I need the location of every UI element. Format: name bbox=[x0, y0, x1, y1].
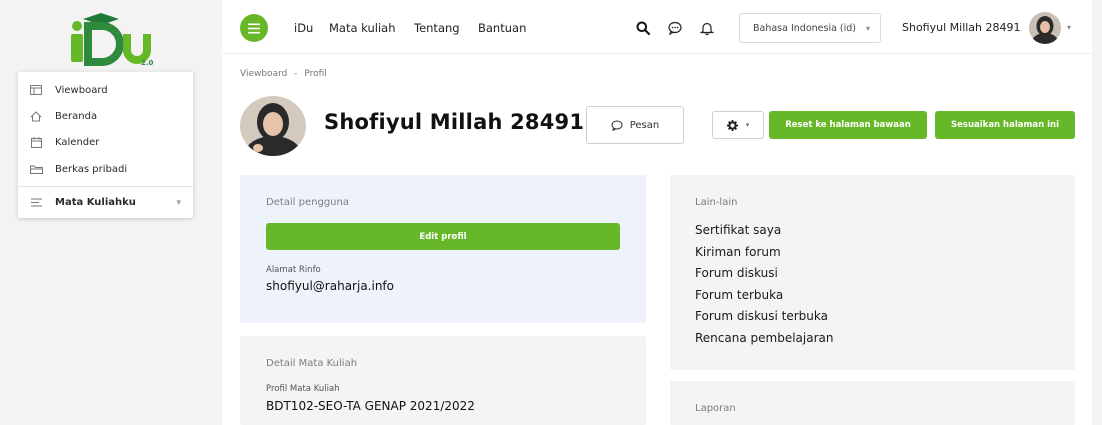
chevron-down-icon[interactable]: ▾ bbox=[1067, 23, 1071, 32]
drawer-item-beranda[interactable]: Beranda bbox=[18, 103, 193, 129]
nav-link-mata-kuliah[interactable]: Mata kuliah bbox=[329, 21, 396, 35]
link-forum-diskusi[interactable]: Forum diskusi bbox=[695, 266, 778, 280]
top-navbar: iDu Mata kuliah Tentang Bantuan Bahasa I… bbox=[222, 0, 1092, 54]
calendar-icon bbox=[29, 135, 43, 149]
left-column: iDu 2.0 Viewboard Beranda Kalender Ber bbox=[6, 0, 201, 425]
course-value: BDT102-SEO-TA GENAP 2021/2022 bbox=[266, 399, 475, 413]
breadcrumb-separator: - bbox=[294, 69, 298, 79]
course-details-card: Detail Mata Kuliah Profil Mata Kuliah BD… bbox=[240, 336, 646, 425]
message-button[interactable]: Pesan bbox=[586, 106, 684, 144]
profile-avatar bbox=[240, 96, 306, 156]
card-title: Detail pengguna bbox=[266, 197, 349, 208]
customize-page-button[interactable]: Sesuaikan halaman ini bbox=[935, 111, 1075, 139]
breadcrumb: Viewboard - Profil bbox=[240, 69, 327, 79]
chat-icon[interactable] bbox=[668, 21, 682, 35]
nav-link-bantuan[interactable]: Bantuan bbox=[478, 21, 526, 35]
profile-name: Shofiyul Millah 28491 bbox=[324, 110, 585, 134]
customize-page-button-label: Sesuaikan halaman ini bbox=[951, 120, 1059, 130]
reports-card: Laporan bbox=[670, 381, 1075, 425]
misc-card: Lain-lain Sertifikat saya Kiriman forum … bbox=[670, 175, 1075, 370]
card-title: Laporan bbox=[695, 403, 736, 414]
language-select[interactable]: Bahasa Indonesia (id) ▾ bbox=[739, 13, 881, 43]
chat-icon bbox=[611, 120, 623, 131]
drawer-section-label: Mata Kuliahku bbox=[55, 196, 136, 208]
menu-icon bbox=[248, 23, 260, 33]
link-kiriman-forum[interactable]: Kiriman forum bbox=[695, 245, 781, 259]
search-icon[interactable] bbox=[636, 21, 650, 35]
viewboard-icon bbox=[29, 83, 43, 97]
drawer-divider bbox=[18, 186, 193, 187]
list-icon bbox=[29, 195, 43, 209]
drawer-item-kalender[interactable]: Kalender bbox=[18, 129, 193, 155]
settings-menu-button[interactable]: ▾ bbox=[712, 111, 764, 139]
nav-link-idu[interactable]: iDu bbox=[294, 21, 313, 35]
drawer-item-berkas-pribadi[interactable]: Berkas pribadi bbox=[18, 156, 193, 182]
edit-profile-button[interactable]: Edit profil bbox=[266, 223, 620, 250]
link-forum-terbuka[interactable]: Forum terbuka bbox=[695, 288, 783, 302]
home-icon bbox=[29, 109, 43, 123]
language-value: Bahasa Indonesia (id) bbox=[753, 22, 857, 34]
message-button-label: Pesan bbox=[629, 119, 660, 131]
breadcrumb-viewboard[interactable]: Viewboard bbox=[240, 69, 287, 79]
logo-version: 2.0 bbox=[141, 59, 154, 67]
folder-icon bbox=[29, 162, 43, 176]
breadcrumb-current: Profil bbox=[304, 69, 327, 79]
card-title: Lain-lain bbox=[695, 197, 738, 208]
drawer-toggle-button[interactable] bbox=[240, 14, 268, 42]
link-forum-diskusi-terbuka[interactable]: Forum diskusi terbuka bbox=[695, 309, 828, 323]
drawer-item-label: Viewboard bbox=[55, 84, 108, 96]
user-menu-name[interactable]: Shofiyul Millah 28491 bbox=[902, 21, 1021, 34]
bell-icon[interactable] bbox=[700, 21, 714, 35]
edit-profile-label: Edit profil bbox=[419, 231, 467, 242]
email-value: shofiyul@raharja.info bbox=[266, 279, 394, 293]
user-avatar[interactable] bbox=[1029, 12, 1061, 44]
nav-link-tentang[interactable]: Tentang bbox=[414, 21, 460, 35]
reset-page-button[interactable]: Reset ke halaman bawaan bbox=[769, 111, 927, 139]
chevron-down-icon[interactable]: ▾ bbox=[176, 198, 181, 208]
chevron-down-icon: ▾ bbox=[865, 24, 870, 33]
drawer-item-viewboard[interactable]: Viewboard bbox=[18, 77, 193, 103]
chevron-down-icon: ▾ bbox=[745, 121, 750, 129]
email-label: Alamat Rinfo bbox=[266, 265, 321, 275]
user-details-card: Detail pengguna Edit profil Alamat Rinfo… bbox=[240, 175, 646, 323]
course-profile-label: Profil Mata Kuliah bbox=[266, 384, 340, 394]
drawer-item-label: Beranda bbox=[55, 110, 98, 122]
nav-drawer: Viewboard Beranda Kalender Berkas pribad… bbox=[18, 72, 193, 218]
main-panel: iDu Mata kuliah Tentang Bantuan Bahasa I… bbox=[222, 0, 1092, 425]
card-title: Detail Mata Kuliah bbox=[266, 358, 358, 369]
link-sertifikat-saya[interactable]: Sertifikat saya bbox=[695, 223, 781, 237]
drawer-item-label: Kalender bbox=[55, 136, 100, 148]
drawer-item-mata-kuliahku[interactable]: Mata Kuliahku ▾ bbox=[18, 189, 193, 215]
gear-icon bbox=[726, 119, 738, 131]
drawer-item-label: Berkas pribadi bbox=[55, 163, 128, 175]
site-logo[interactable]: iDu 2.0 bbox=[61, 12, 161, 70]
reset-page-button-label: Reset ke halaman bawaan bbox=[785, 120, 911, 130]
link-rencana-pembelajaran[interactable]: Rencana pembelajaran bbox=[695, 331, 833, 345]
